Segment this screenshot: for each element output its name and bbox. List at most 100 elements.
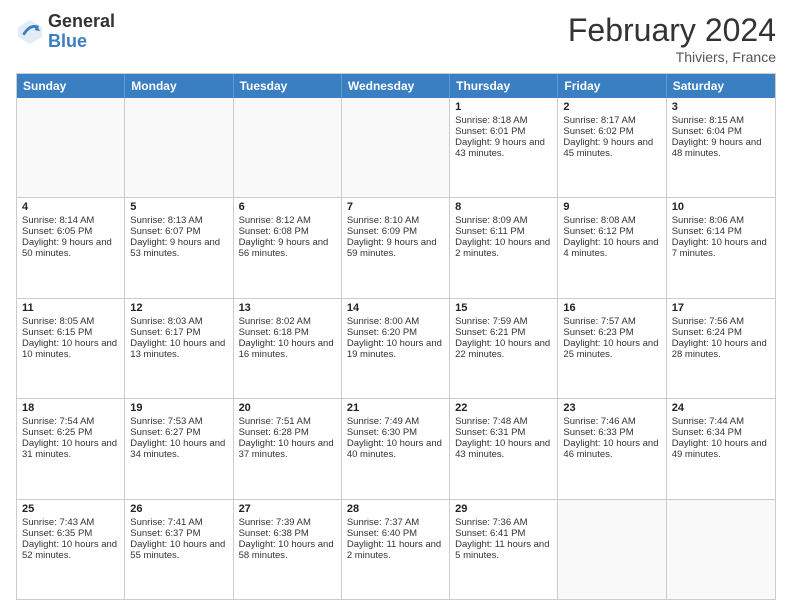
sunrise-text: Sunrise: 8:09 AM	[455, 215, 552, 226]
day-number: 8	[455, 201, 552, 213]
cal-header-saturday: Saturday	[667, 74, 775, 98]
sunset-text: Sunset: 6:01 PM	[455, 126, 552, 137]
cal-cell	[667, 500, 775, 599]
day-number: 12	[130, 302, 227, 314]
day-number: 22	[455, 402, 552, 414]
cal-cell: 26Sunrise: 7:41 AMSunset: 6:37 PMDayligh…	[125, 500, 233, 599]
cal-cell: 2Sunrise: 8:17 AMSunset: 6:02 PMDaylight…	[558, 98, 666, 197]
cal-cell	[558, 500, 666, 599]
cal-cell: 28Sunrise: 7:37 AMSunset: 6:40 PMDayligh…	[342, 500, 450, 599]
daylight-text: Daylight: 10 hours and 25 minutes.	[563, 338, 660, 360]
day-number: 29	[455, 503, 552, 515]
sunrise-text: Sunrise: 7:44 AM	[672, 416, 770, 427]
cal-cell: 11Sunrise: 8:05 AMSunset: 6:15 PMDayligh…	[17, 299, 125, 398]
sunrise-text: Sunrise: 7:48 AM	[455, 416, 552, 427]
day-number: 16	[563, 302, 660, 314]
sunrise-text: Sunrise: 7:56 AM	[672, 316, 770, 327]
cal-cell: 23Sunrise: 7:46 AMSunset: 6:33 PMDayligh…	[558, 399, 666, 498]
page: General Blue February 2024 Thiviers, Fra…	[0, 0, 792, 612]
title-block: February 2024 Thiviers, France	[568, 12, 776, 65]
sunset-text: Sunset: 6:21 PM	[455, 327, 552, 338]
day-number: 20	[239, 402, 336, 414]
daylight-text: Daylight: 10 hours and 37 minutes.	[239, 438, 336, 460]
day-number: 21	[347, 402, 444, 414]
month-title: February 2024	[568, 12, 776, 49]
daylight-text: Daylight: 10 hours and 58 minutes.	[239, 539, 336, 561]
sunrise-text: Sunrise: 8:00 AM	[347, 316, 444, 327]
sunrise-text: Sunrise: 7:59 AM	[455, 316, 552, 327]
daylight-text: Daylight: 10 hours and 34 minutes.	[130, 438, 227, 460]
day-number: 3	[672, 101, 770, 113]
sunset-text: Sunset: 6:14 PM	[672, 226, 770, 237]
day-number: 28	[347, 503, 444, 515]
cal-cell: 14Sunrise: 8:00 AMSunset: 6:20 PMDayligh…	[342, 299, 450, 398]
location: Thiviers, France	[568, 49, 776, 65]
sunset-text: Sunset: 6:12 PM	[563, 226, 660, 237]
cal-cell: 29Sunrise: 7:36 AMSunset: 6:41 PMDayligh…	[450, 500, 558, 599]
daylight-text: Daylight: 9 hours and 59 minutes.	[347, 237, 444, 259]
calendar-header-row: SundayMondayTuesdayWednesdayThursdayFrid…	[17, 74, 775, 98]
cal-header-wednesday: Wednesday	[342, 74, 450, 98]
sunrise-text: Sunrise: 8:18 AM	[455, 115, 552, 126]
sunrise-text: Sunrise: 7:51 AM	[239, 416, 336, 427]
sunrise-text: Sunrise: 7:41 AM	[130, 517, 227, 528]
day-number: 14	[347, 302, 444, 314]
day-number: 25	[22, 503, 119, 515]
logo-icon	[16, 18, 44, 46]
logo: General Blue	[16, 12, 115, 52]
day-number: 13	[239, 302, 336, 314]
day-number: 1	[455, 101, 552, 113]
daylight-text: Daylight: 10 hours and 19 minutes.	[347, 338, 444, 360]
sunset-text: Sunset: 6:40 PM	[347, 528, 444, 539]
daylight-text: Daylight: 10 hours and 55 minutes.	[130, 539, 227, 561]
sunset-text: Sunset: 6:33 PM	[563, 427, 660, 438]
sunset-text: Sunset: 6:15 PM	[22, 327, 119, 338]
cal-cell: 8Sunrise: 8:09 AMSunset: 6:11 PMDaylight…	[450, 198, 558, 297]
cal-cell: 4Sunrise: 8:14 AMSunset: 6:05 PMDaylight…	[17, 198, 125, 297]
sunset-text: Sunset: 6:18 PM	[239, 327, 336, 338]
cal-cell: 3Sunrise: 8:15 AMSunset: 6:04 PMDaylight…	[667, 98, 775, 197]
daylight-text: Daylight: 10 hours and 40 minutes.	[347, 438, 444, 460]
sunrise-text: Sunrise: 8:12 AM	[239, 215, 336, 226]
sunset-text: Sunset: 6:28 PM	[239, 427, 336, 438]
sunrise-text: Sunrise: 7:46 AM	[563, 416, 660, 427]
cal-cell: 9Sunrise: 8:08 AMSunset: 6:12 PMDaylight…	[558, 198, 666, 297]
sunrise-text: Sunrise: 8:14 AM	[22, 215, 119, 226]
day-number: 17	[672, 302, 770, 314]
sunrise-text: Sunrise: 7:57 AM	[563, 316, 660, 327]
cal-cell: 7Sunrise: 8:10 AMSunset: 6:09 PMDaylight…	[342, 198, 450, 297]
sunrise-text: Sunrise: 8:17 AM	[563, 115, 660, 126]
cal-cell: 27Sunrise: 7:39 AMSunset: 6:38 PMDayligh…	[234, 500, 342, 599]
daylight-text: Daylight: 9 hours and 43 minutes.	[455, 137, 552, 159]
sunrise-text: Sunrise: 8:03 AM	[130, 316, 227, 327]
cal-cell: 5Sunrise: 8:13 AMSunset: 6:07 PMDaylight…	[125, 198, 233, 297]
sunset-text: Sunset: 6:34 PM	[672, 427, 770, 438]
cal-cell: 25Sunrise: 7:43 AMSunset: 6:35 PMDayligh…	[17, 500, 125, 599]
sunset-text: Sunset: 6:37 PM	[130, 528, 227, 539]
day-number: 5	[130, 201, 227, 213]
day-number: 23	[563, 402, 660, 414]
sunset-text: Sunset: 6:27 PM	[130, 427, 227, 438]
day-number: 18	[22, 402, 119, 414]
sunrise-text: Sunrise: 7:39 AM	[239, 517, 336, 528]
sunrise-text: Sunrise: 8:13 AM	[130, 215, 227, 226]
day-number: 10	[672, 201, 770, 213]
cal-cell	[125, 98, 233, 197]
daylight-text: Daylight: 11 hours and 2 minutes.	[347, 539, 444, 561]
cal-cell	[17, 98, 125, 197]
cal-header-friday: Friday	[558, 74, 666, 98]
day-number: 11	[22, 302, 119, 314]
daylight-text: Daylight: 9 hours and 48 minutes.	[672, 137, 770, 159]
cal-cell: 19Sunrise: 7:53 AMSunset: 6:27 PMDayligh…	[125, 399, 233, 498]
cal-cell: 22Sunrise: 7:48 AMSunset: 6:31 PMDayligh…	[450, 399, 558, 498]
cal-header-sunday: Sunday	[17, 74, 125, 98]
daylight-text: Daylight: 10 hours and 52 minutes.	[22, 539, 119, 561]
sunrise-text: Sunrise: 8:15 AM	[672, 115, 770, 126]
sunset-text: Sunset: 6:41 PM	[455, 528, 552, 539]
daylight-text: Daylight: 10 hours and 28 minutes.	[672, 338, 770, 360]
daylight-text: Daylight: 10 hours and 22 minutes.	[455, 338, 552, 360]
daylight-text: Daylight: 10 hours and 49 minutes.	[672, 438, 770, 460]
sunrise-text: Sunrise: 7:43 AM	[22, 517, 119, 528]
day-number: 15	[455, 302, 552, 314]
day-number: 27	[239, 503, 336, 515]
